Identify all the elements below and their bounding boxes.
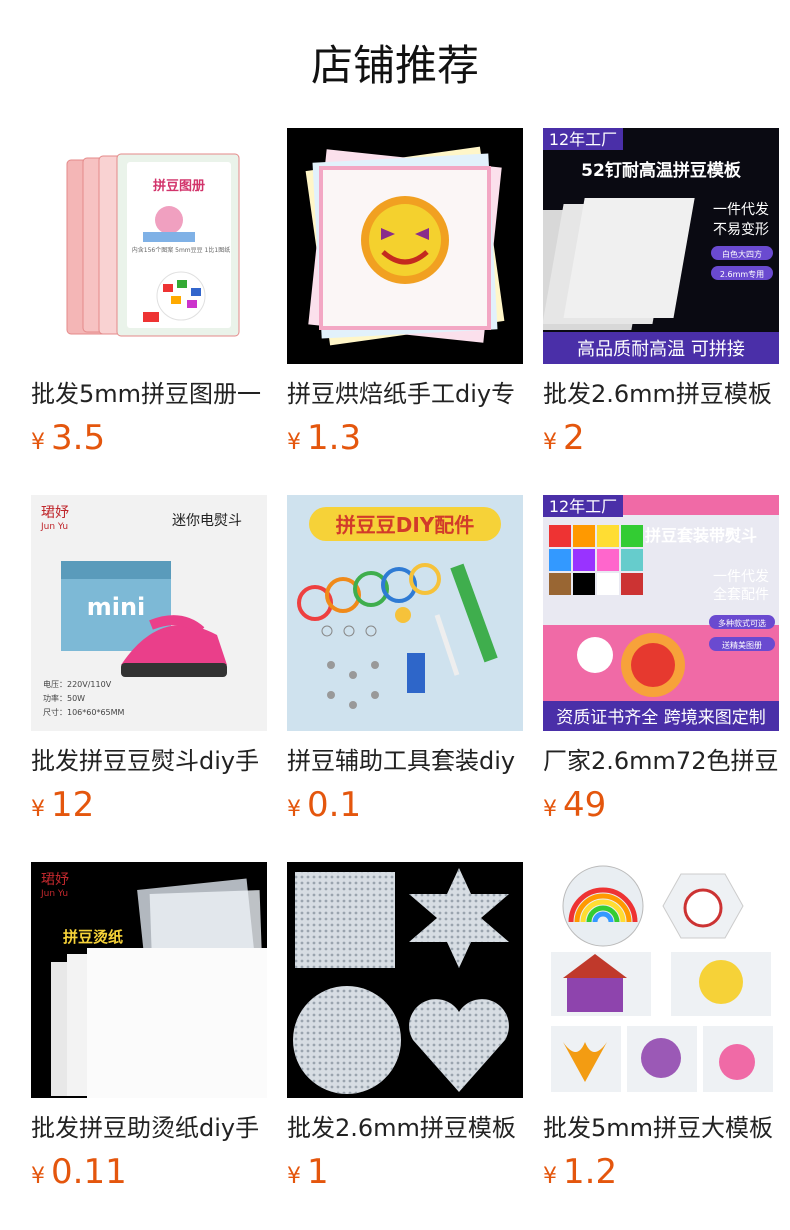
- product-image[interactable]: 珺妤 Jun Yu 迷你电熨斗 mini 电压：220V/110V 功率：50W…: [31, 495, 267, 731]
- image-headline: 拼豆套装带熨斗: [645, 526, 757, 545]
- product-card[interactable]: 12年工厂 拼豆套装带熨斗 一件代发 全套配件 多种款式可选 送精美图册 资质证…: [543, 495, 779, 831]
- image-spec2: 功率：50W: [43, 693, 85, 703]
- image-tag: 12年工厂: [549, 130, 617, 149]
- currency-symbol: ¥: [543, 1164, 557, 1189]
- image-badge1: 一件代发: [713, 202, 769, 218]
- currency-symbol: ¥: [31, 430, 45, 455]
- product-name[interactable]: 批发5mm拼豆大模板: [543, 1112, 779, 1144]
- image-sub: 内含156个图案 5mm豆豆 1比1图纸: [132, 246, 230, 254]
- product-price: ¥0.11: [31, 1152, 267, 1198]
- product-image[interactable]: 珺妤 Jun Yu 拼豆烫纸: [31, 862, 267, 1098]
- price-value: 0.11: [51, 1152, 127, 1192]
- currency-symbol: ¥: [287, 430, 301, 455]
- price-value: 2: [563, 418, 585, 458]
- product-card[interactable]: 珺妤 Jun Yu 拼豆烫纸 批发拼豆助烫纸diy手 ¥0.11: [31, 862, 267, 1198]
- product-name[interactable]: 拼豆辅助工具套装diy: [287, 745, 523, 777]
- product-image[interactable]: 拼豆豆DIY配件: [287, 495, 523, 731]
- image-headline: 迷你电熨斗: [172, 513, 242, 529]
- currency-symbol: ¥: [31, 1164, 45, 1189]
- product-image[interactable]: 12年工厂 拼豆套装带熨斗 一件代发 全套配件 多种款式可选 送精美图册 资质证…: [543, 495, 779, 731]
- product-image[interactable]: [287, 128, 523, 364]
- product-card[interactable]: 拼豆烘焙纸手工diy专 ¥1.3: [287, 128, 523, 464]
- product-name[interactable]: 厂家2.6mm72色拼豆: [543, 745, 779, 777]
- image-spec1: 电压：220V/110V: [43, 679, 112, 689]
- image-headline: 拼豆豆DIY配件: [336, 513, 475, 537]
- product-image[interactable]: [287, 862, 523, 1098]
- price-value: 0.1: [307, 785, 362, 825]
- image-badge2: 不易变形: [713, 222, 769, 238]
- product-price: ¥1.3: [287, 418, 523, 464]
- product-card[interactable]: 拼豆图册 内含156个图案 5mm豆豆 1比1图纸 批发5mm拼豆图册一 ¥3.…: [31, 128, 267, 464]
- image-headline: 拼豆烫纸: [63, 928, 123, 946]
- image-banner: 拼豆图册: [153, 178, 205, 194]
- product-image[interactable]: [543, 862, 779, 1098]
- price-value: 3.5: [51, 418, 106, 458]
- product-price: ¥2: [543, 418, 779, 464]
- product-image[interactable]: 12年工厂 52钉耐高温拼豆模板 一件代发 不易变形 白色大四方 2.6mm专用…: [543, 128, 779, 364]
- image-tag: 12年工厂: [549, 497, 617, 516]
- product-price: ¥49: [543, 785, 779, 831]
- image-badge1: 一件代发: [713, 569, 769, 585]
- image-chip2: 送精美图册: [722, 640, 762, 650]
- price-value: 1: [307, 1152, 329, 1192]
- currency-symbol: ¥: [31, 797, 45, 822]
- product-name[interactable]: 批发2.6mm拼豆模板: [543, 378, 779, 410]
- product-price: ¥1.2: [543, 1152, 779, 1198]
- product-price: ¥1: [287, 1152, 523, 1198]
- product-card[interactable]: 珺妤 Jun Yu 迷你电熨斗 mini 电压：220V/110V 功率：50W…: [31, 495, 267, 831]
- currency-symbol: ¥: [287, 1164, 301, 1189]
- product-image[interactable]: 拼豆图册 内含156个图案 5mm豆豆 1比1图纸: [31, 128, 267, 364]
- product-card[interactable]: 拼豆豆DIY配件 拼豆辅助工具套装diy ¥ 0.1: [287, 495, 523, 831]
- currency-symbol: ¥: [543, 797, 557, 822]
- price-value: 1.3: [307, 418, 362, 458]
- image-footer: 高品质耐高温 可拼接: [577, 339, 745, 360]
- image-chip1: 白色大四方: [722, 249, 762, 259]
- image-chip2: 2.6mm专用: [720, 269, 764, 279]
- product-card[interactable]: 批发5mm拼豆大模板 ¥1.2: [543, 862, 779, 1198]
- product-price: ¥0.1: [287, 785, 523, 831]
- product-name[interactable]: 批发5mm拼豆图册一: [31, 378, 267, 410]
- price-value: 12: [51, 785, 95, 825]
- price-value: 49: [563, 785, 607, 825]
- image-brand-en: Jun Yu: [40, 522, 68, 532]
- section-title: 店铺推荐: [310, 41, 479, 90]
- product-name[interactable]: 批发拼豆豆熨斗diy手: [31, 745, 267, 777]
- product-price: ¥12: [31, 785, 267, 831]
- currency-symbol: ¥: [287, 797, 301, 822]
- product-name[interactable]: 拼豆烘焙纸手工diy专: [287, 378, 523, 410]
- image-box: mini: [87, 593, 146, 621]
- image-brand: 珺妤: [41, 872, 69, 888]
- image-headline: 52钉耐高温拼豆模板: [581, 160, 742, 181]
- price-value: 1.2: [563, 1152, 618, 1192]
- image-footer: 资质证书齐全 跨境来图定制: [556, 708, 765, 728]
- image-badge2: 全套配件: [713, 586, 769, 603]
- product-card[interactable]: 12年工厂 52钉耐高温拼豆模板 一件代发 不易变形 白色大四方 2.6mm专用…: [543, 128, 779, 464]
- product-card[interactable]: 批发2.6mm拼豆模板 ¥1: [287, 862, 523, 1198]
- product-name[interactable]: 批发2.6mm拼豆模板: [287, 1112, 523, 1144]
- image-brand: 珺妤: [41, 505, 69, 521]
- image-brand-en: Jun Yu: [40, 889, 68, 899]
- image-chip1: 多种款式可选: [718, 618, 766, 628]
- product-name[interactable]: 批发拼豆助烫纸diy手: [31, 1112, 267, 1144]
- image-spec3: 尺寸：106*60*65MM: [43, 707, 125, 717]
- currency-symbol: ¥: [543, 430, 557, 455]
- product-price: ¥3.5: [31, 418, 267, 464]
